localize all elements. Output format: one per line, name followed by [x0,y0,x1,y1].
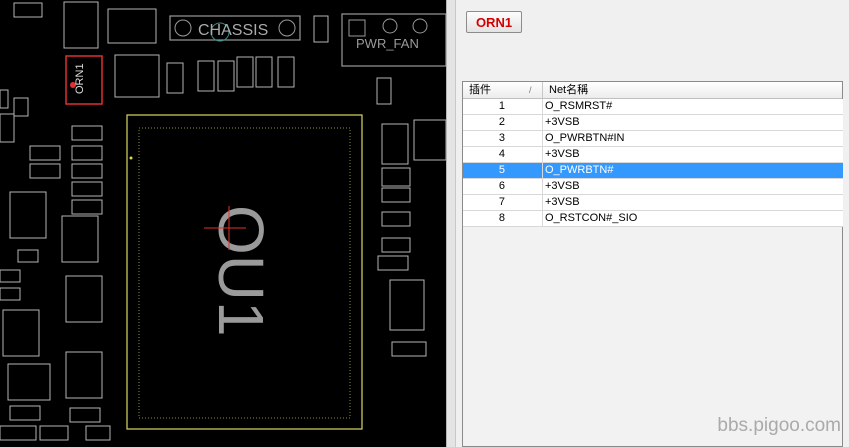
component-oc13[interactable] [377,255,409,271]
column-header-net[interactable]: Net名稱 [549,82,588,98]
pcb-board-canvas[interactable]: CHASSIS PWR_FAN ORN1 OU1 [0,0,446,447]
pin-cell: 3 [463,131,543,147]
component-oc10[interactable] [0,425,37,441]
chip-ou1-label: OU1 [205,205,277,337]
component-orn201[interactable] [9,191,47,239]
pin-cell: 7 [463,195,543,211]
net-cell: +3VSB [543,147,843,163]
component-or2[interactable] [71,125,103,141]
component-oq4[interactable] [85,425,111,441]
chip-pin1-dot [129,156,133,160]
net-cell: +3VSB [543,179,843,195]
pin-cell: 5 [463,163,543,179]
component-oq3[interactable] [39,425,69,441]
component-oq6[interactable] [13,97,29,117]
pwr-fan-pin [348,19,366,37]
pin-cell: 6 [463,179,543,195]
component-or4[interactable] [217,60,235,92]
component-or14[interactable] [381,211,411,227]
component-orn205[interactable] [2,309,40,357]
pcb-board-view[interactable]: CHASSIS PWR_FAN ORN1 OU1 [0,0,446,447]
table-row-selected[interactable]: 5 O_PWRBTN# [463,163,843,179]
component-oc3[interactable] [71,199,103,215]
net-info-panel: ORN1 插件 / Net名稱 1 O_RSMRST# 2 +3VSB 3 O_… [456,0,849,447]
watermark-text: bbs.pigoo.com [717,415,841,436]
table-row[interactable]: 4 +3VSB [463,147,843,163]
component-oq9[interactable] [381,167,411,187]
net-cell: O_PWRBTN#IN [543,131,843,147]
net-cell: O_RSTCON#_SIO [543,211,843,227]
component-or1[interactable] [71,145,103,161]
table-row[interactable]: 1 O_RSMRST# [463,99,843,115]
pin-cell: 2 [463,115,543,131]
component-oc8[interactable] [0,269,21,283]
component-jq1[interactable] [413,119,446,161]
component-oq8[interactable] [0,89,9,109]
chassis-label: CHASSIS [198,22,268,39]
component-oc9[interactable] [0,287,21,301]
component-or5[interactable] [277,56,295,88]
component-or12[interactable] [9,405,41,421]
splitter-bar[interactable] [446,0,456,447]
component-or11[interactable] [17,249,39,263]
component-oc14[interactable] [391,341,427,357]
orn1-label: ORN1 [74,63,86,94]
component-orn202[interactable] [61,215,99,263]
component-orn5[interactable] [63,1,99,49]
pin-cell: 1 [463,99,543,115]
component-or8[interactable] [197,60,215,92]
table-row[interactable]: 8 O_RSTCON#_SIO [463,211,843,227]
chassis-pin [278,19,296,37]
component-or6[interactable] [236,56,254,88]
sort-indicator-icon: / [529,85,532,95]
component-dq1[interactable] [381,123,409,165]
table-row[interactable]: 2 +3VSB [463,115,843,131]
table-row[interactable]: 6 +3VSB [463,179,843,195]
component-oq5[interactable] [0,113,15,143]
component-orn4[interactable] [65,351,103,399]
column-header-pin[interactable]: 插件 [469,82,491,98]
net-cell: +3VSB [543,195,843,211]
component-oc4[interactable] [313,15,329,43]
table-row[interactable]: 3 O_PWRBTN#IN [463,131,843,147]
table-row[interactable]: 7 +3VSB [463,195,843,211]
component-oc12[interactable] [381,237,411,253]
component-oc11[interactable] [69,407,101,423]
component-or7[interactable] [255,56,273,88]
pwr-fan-pin [412,18,428,34]
part-ref-button[interactable]: ORN1 [466,11,522,33]
component-or10[interactable] [29,163,61,179]
component-or13[interactable] [381,187,411,203]
net-cell: +3VSB [543,115,843,131]
table-header: 插件 / Net名稱 [463,82,842,99]
net-cell: O_PWRBTN# [543,163,843,179]
component-orn6[interactable] [107,8,157,44]
component-oq1[interactable] [114,54,160,98]
component-or3[interactable] [166,62,184,94]
component-orp1[interactable] [389,279,425,331]
component-oq7[interactable] [13,2,43,18]
chassis-pin [174,19,192,37]
component-oc2[interactable] [71,181,103,197]
component-oc1[interactable] [71,163,103,179]
component-oq2[interactable] [7,363,51,401]
pin-net-table[interactable]: 插件 / Net名稱 1 O_RSMRST# 2 +3VSB 3 O_PWRBT… [462,81,843,447]
component-or9[interactable] [29,145,61,161]
pin-cell: 4 [463,147,543,163]
component-oc5[interactable] [376,77,392,105]
component-orn3[interactable] [65,275,103,323]
pin-cell: 8 [463,211,543,227]
header-divider [542,82,543,98]
pwr-fan-label: PWR_FAN [356,36,419,51]
net-cell: O_RSMRST# [543,99,843,115]
pwr-fan-pin [382,18,398,34]
